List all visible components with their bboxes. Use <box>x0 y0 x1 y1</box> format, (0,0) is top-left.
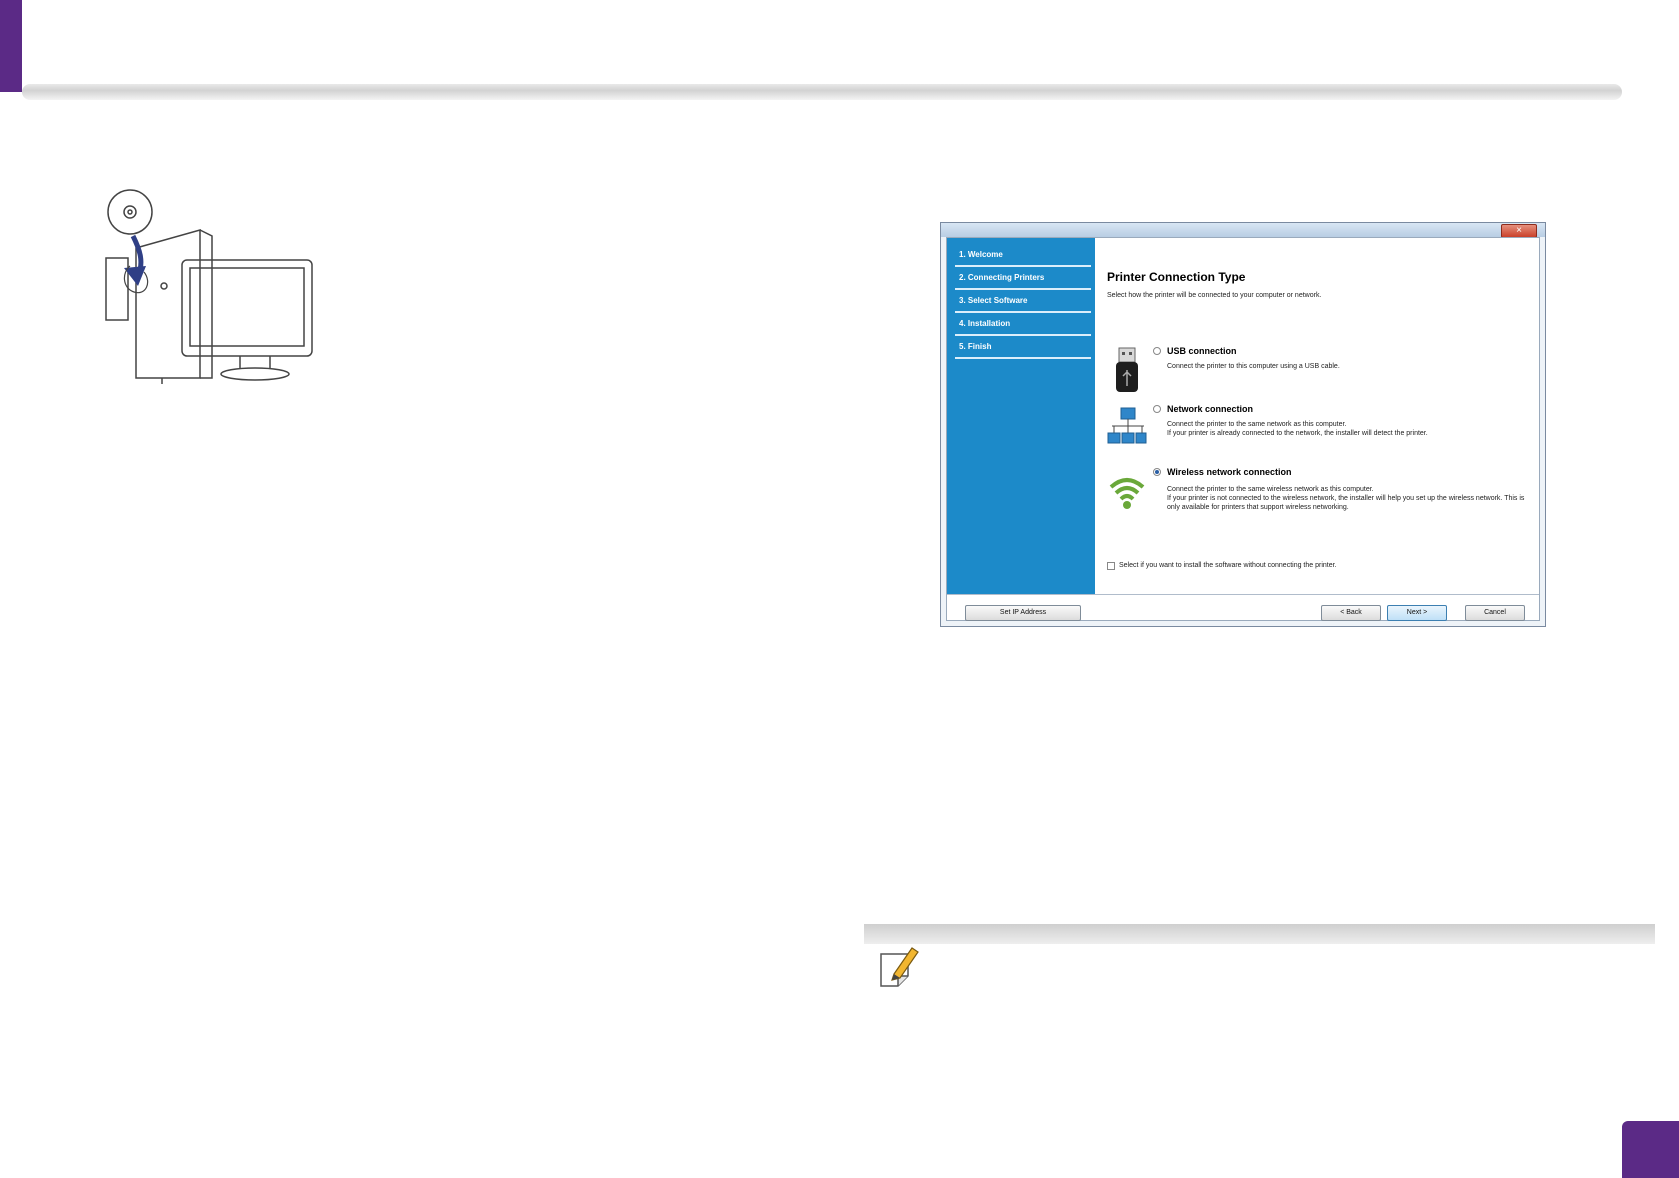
set-ip-address-button[interactable]: Set IP Address <box>965 605 1081 621</box>
usb-icon <box>1116 347 1138 392</box>
wireless-icon <box>1109 478 1145 509</box>
cancel-button[interactable]: Cancel <box>1465 605 1525 621</box>
dialog-footer-divider <box>947 594 1539 595</box>
dialog-title: Printer Connection Type <box>1107 270 1246 284</box>
note-pencil-icon <box>880 947 919 987</box>
step-connecting-printers: 2. Connecting Printers <box>955 267 1091 290</box>
step-welcome: 1. Welcome <box>955 244 1091 267</box>
wireless-radio[interactable] <box>1153 468 1161 476</box>
chapter-accent-tab <box>0 0 22 92</box>
wireless-option-description: Connect the printer to the same wireless… <box>1167 486 1525 511</box>
no-printer-install-checkbox[interactable] <box>1107 562 1115 570</box>
no-printer-install-label: Select if you want to install the softwa… <box>1119 562 1337 569</box>
dialog-close-button[interactable]: × <box>1501 224 1537 238</box>
dialog-content: Printer Connection Type Select how the p… <box>1107 238 1539 594</box>
note-bar <box>864 924 1655 944</box>
step-finish: 5. Finish <box>955 336 1091 359</box>
installer-dialog: × 1. Welcome 2. Connecting Printers 3. S… <box>940 222 1546 627</box>
cd-disc <box>107 189 153 235</box>
next-button[interactable]: Next > <box>1387 605 1447 621</box>
dialog-client: 1. Welcome 2. Connecting Printers 3. Sel… <box>946 237 1540 621</box>
usb-radio[interactable] <box>1153 347 1161 355</box>
dialog-subtitle: Select how the printer will be connected… <box>1107 292 1322 299</box>
header-rule <box>22 84 1622 100</box>
back-button[interactable]: < Back <box>1321 605 1381 621</box>
dialog-titlebar: × <box>941 223 1545 238</box>
install-steps-panel: 1. Welcome 2. Connecting Printers 3. Sel… <box>947 238 1095 594</box>
usb-option-label: USB connection <box>1167 346 1237 356</box>
network-icon <box>1107 407 1147 444</box>
cd-insert-illustration <box>105 189 313 384</box>
network-option-label: Network connection <box>1167 404 1254 414</box>
network-option-description: Connect the printer to the same network … <box>1167 421 1428 437</box>
usb-option-description: Connect the printer to this computer usi… <box>1167 363 1340 370</box>
network-radio[interactable] <box>1153 405 1161 413</box>
step-installation: 4. Installation <box>955 313 1091 336</box>
wireless-option-label: Wireless network connection <box>1167 467 1292 477</box>
step-select-software: 3. Select Software <box>955 290 1091 313</box>
page-number-badge <box>1622 1121 1679 1178</box>
